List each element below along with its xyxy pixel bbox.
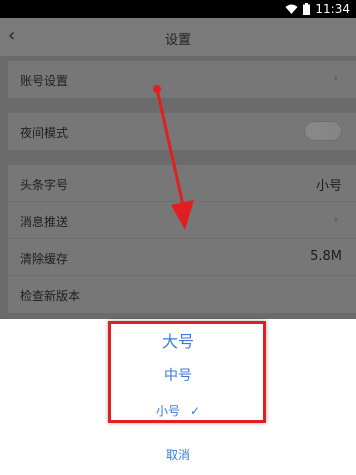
annotation-highlight-box xyxy=(108,321,266,423)
row-night-mode: 夜间模式 xyxy=(8,113,356,150)
page-title: 设置 xyxy=(164,33,191,48)
row-label: 清除缓存 xyxy=(20,252,69,266)
row-label: 账号设置 xyxy=(20,74,69,88)
row-font-size[interactable]: 头条字号 小号 xyxy=(8,165,356,202)
status-time: 11:34 xyxy=(315,2,350,16)
group-account: 账号设置 › xyxy=(8,61,356,98)
status-bar: 11:34 xyxy=(0,0,356,18)
cache-size-value: 5.8M xyxy=(310,249,342,264)
group-night-mode: 夜间模式 xyxy=(8,113,356,150)
nav-bar: ‹ 设置 xyxy=(0,18,356,57)
row-account-settings[interactable]: 账号设置 › xyxy=(8,61,356,98)
chevron-right-icon: › xyxy=(333,71,338,85)
wifi-icon xyxy=(285,4,298,14)
group-general: 头条字号 小号 消息推送 › 清除缓存 5.8M 检查新版本 xyxy=(8,165,356,313)
cancel-button[interactable]: 取消 xyxy=(0,446,356,463)
toggle-knob xyxy=(306,123,322,139)
row-clear-cache[interactable]: 清除缓存 5.8M xyxy=(8,239,356,276)
row-check-update[interactable]: 检查新版本 xyxy=(8,276,356,313)
battery-icon xyxy=(303,3,311,15)
row-label: 消息推送 xyxy=(20,215,69,229)
chevron-right-icon: › xyxy=(333,212,338,226)
night-mode-toggle[interactable] xyxy=(304,121,342,141)
row-label: 夜间模式 xyxy=(20,126,69,140)
row-push-notifications[interactable]: 消息推送 › xyxy=(8,202,356,239)
row-label: 头条字号 xyxy=(20,178,69,192)
row-label: 检查新版本 xyxy=(20,289,81,303)
font-size-value: 小号 xyxy=(315,179,342,194)
settings-list: 账号设置 › 夜间模式 头条字号 小号 消息推送 › 清除缓存 5.8M 检查新… xyxy=(0,57,356,319)
